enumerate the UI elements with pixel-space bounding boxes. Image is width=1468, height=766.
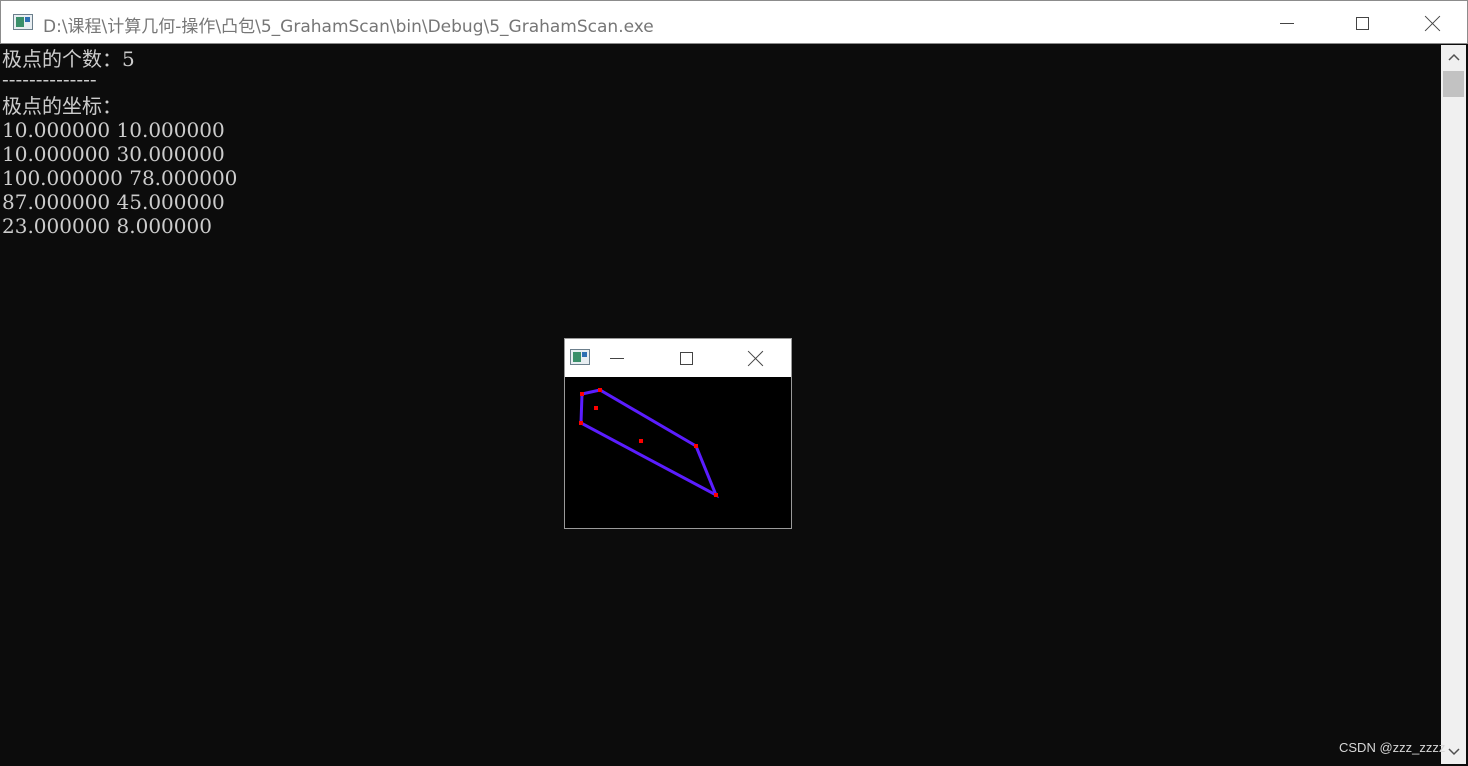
graphics-title-bar	[565, 339, 791, 377]
chevron-down-icon	[1447, 748, 1460, 756]
close-icon	[1425, 15, 1441, 31]
minimize-button[interactable]	[1251, 1, 1323, 45]
interior-point	[639, 439, 643, 443]
maximize-icon	[679, 351, 693, 365]
graphics-close-button[interactable]	[734, 339, 778, 377]
maximize-icon	[1355, 16, 1369, 30]
minimize-icon	[610, 357, 624, 359]
scroll-up-button[interactable]	[1441, 45, 1466, 69]
window-title: D:\课程\计算几何-操作\凸包\5_GrahamScan\bin\Debug\…	[43, 17, 654, 37]
graphics-maximize-button[interactable]	[664, 339, 708, 377]
coord-line: 87.000000 45.000000	[2, 190, 225, 214]
coord-line: 10.000000 10.000000	[2, 118, 225, 142]
hull-vertex	[580, 392, 584, 396]
watermark-text: CSDN @zzz_zzzz	[1339, 740, 1446, 755]
hull-canvas	[565, 377, 791, 528]
graphics-window[interactable]	[564, 338, 792, 529]
app-icon[interactable]	[570, 349, 590, 365]
coord-line: 23.000000 8.000000	[2, 214, 212, 238]
minimize-icon	[1280, 22, 1294, 24]
vertical-scrollbar[interactable]	[1441, 45, 1466, 764]
title-bar: D:\课程\计算几何-操作\凸包\5_GrahamScan\bin\Debug\…	[0, 0, 1468, 44]
hull-outline	[579, 388, 719, 499]
maximize-button[interactable]	[1326, 1, 1398, 45]
separator-line: --------------	[2, 67, 97, 91]
hull-vertex	[714, 493, 718, 497]
coord-line: 10.000000 30.000000	[2, 142, 225, 166]
close-button[interactable]	[1397, 1, 1468, 45]
chevron-up-icon	[1447, 53, 1460, 61]
hull-vertex	[694, 444, 698, 448]
interior-point	[594, 406, 598, 410]
scroll-thumb[interactable]	[1443, 71, 1464, 97]
hull-vertex	[598, 388, 602, 392]
hull-coords-heading: 极点的坐标：	[2, 94, 122, 118]
hull-vertex	[579, 421, 583, 425]
coord-line: 100.000000 78.000000	[2, 166, 238, 190]
close-icon	[748, 350, 764, 366]
console-app-icon[interactable]	[13, 14, 33, 30]
graphics-minimize-button[interactable]	[595, 339, 639, 377]
